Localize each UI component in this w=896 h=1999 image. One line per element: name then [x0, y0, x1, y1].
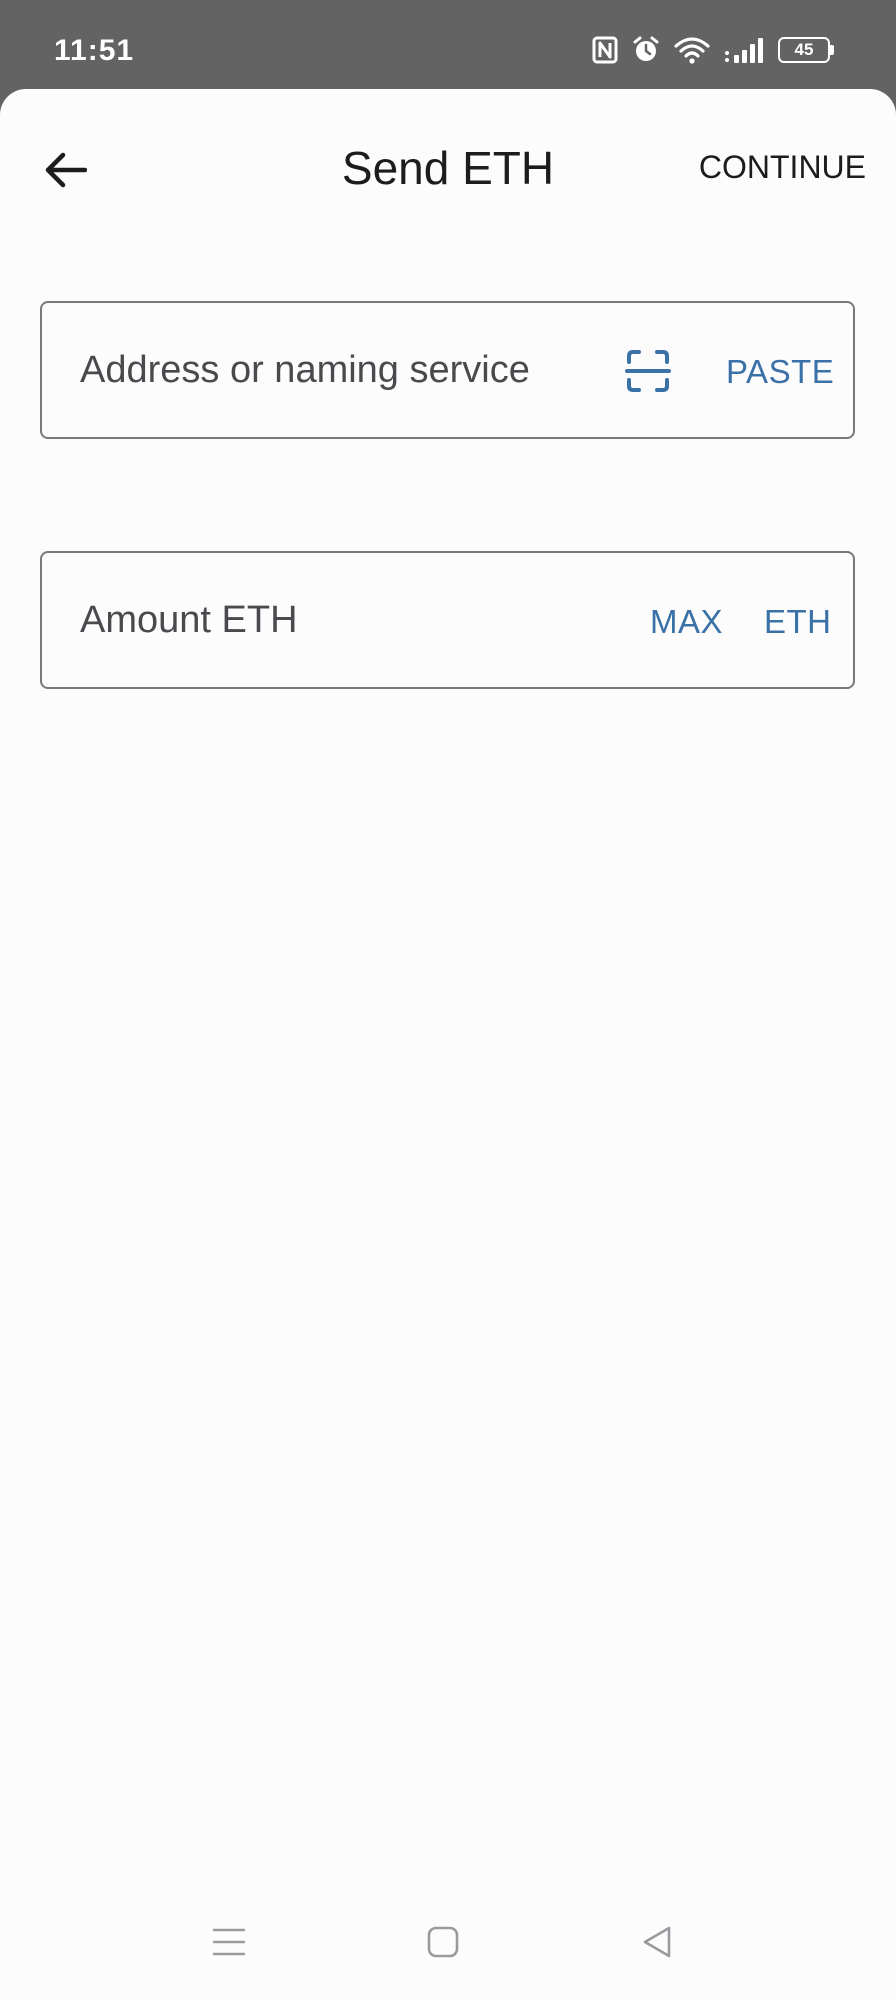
home-button[interactable]: [418, 1919, 468, 1969]
address-field: PASTE: [40, 301, 855, 439]
status-time: 11:51: [54, 34, 135, 67]
menu-icon: [212, 1927, 246, 1962]
continue-button[interactable]: CONTINUE: [699, 149, 866, 186]
send-sheet: Send ETH CONTINUE PASTE MAX ETH: [0, 89, 896, 1999]
address-input[interactable]: [80, 303, 600, 437]
qr-scan-icon: [624, 347, 672, 400]
system-back-button[interactable]: [632, 1919, 682, 1969]
scan-button[interactable]: [622, 347, 674, 399]
status-icons: 45: [592, 36, 834, 64]
wifi-icon: [674, 36, 710, 64]
amount-input[interactable]: [80, 553, 600, 687]
amount-field: MAX ETH: [40, 551, 855, 689]
back-triangle-icon: [642, 1925, 672, 1964]
status-bar: 11:51 45: [0, 0, 896, 90]
battery-icon: 45: [778, 37, 834, 63]
alarm-icon: [632, 36, 660, 64]
app-bar: Send ETH CONTINUE: [0, 89, 896, 249]
recent-apps-button[interactable]: [204, 1919, 254, 1969]
signal-icon: [724, 36, 764, 64]
paste-button[interactable]: PASTE: [726, 353, 834, 391]
system-nav-bar: [0, 1889, 896, 1999]
home-icon: [427, 1926, 459, 1963]
max-button[interactable]: MAX: [650, 603, 723, 641]
battery-level: 45: [778, 37, 830, 63]
battery-tip: [830, 45, 834, 55]
currency-unit-button[interactable]: ETH: [764, 603, 832, 641]
nfc-icon: [592, 36, 618, 64]
